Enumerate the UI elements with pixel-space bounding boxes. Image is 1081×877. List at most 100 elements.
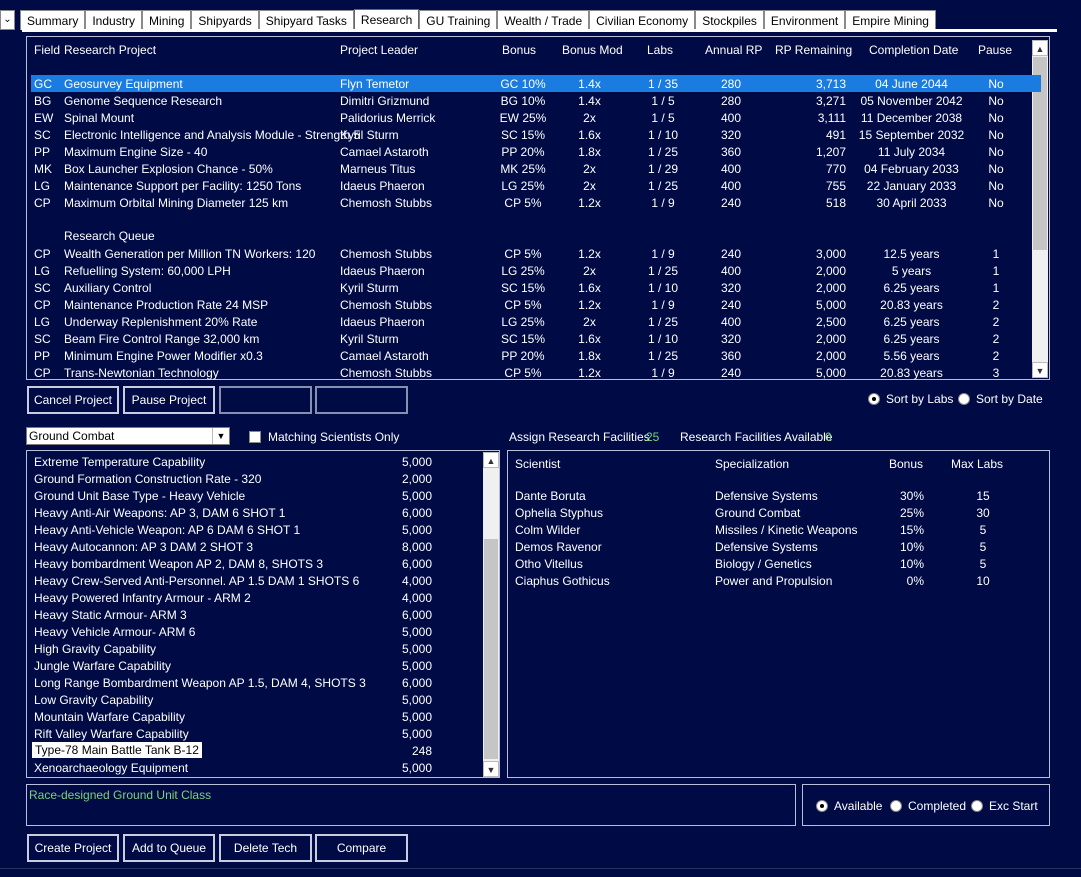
tech-row[interactable]: Heavy bombardment Weapon AP 2, DAM 8, SH… <box>27 555 482 572</box>
cell-annual-rp: 280 <box>720 94 742 108</box>
tech-row[interactable]: Heavy Vehicle Armour- ARM 6 5,000 <box>27 623 482 640</box>
scientist-spec: Defensive Systems <box>715 540 818 554</box>
chevron-down-icon[interactable]: ▼ <box>212 428 229 444</box>
tab-wealth-trade[interactable]: Wealth / Trade <box>497 10 590 30</box>
queue-row[interactable]: LG Underway Replenishment 20% Rate Idaeus … <box>31 313 1041 330</box>
exc-start-radio[interactable]: Exc Start <box>971 799 1038 813</box>
cell-completion: 5.56 years <box>883 349 940 363</box>
tech-row[interactable]: Xenoarchaeology Equipment 5,000 <box>27 759 482 776</box>
sort-by-labs-radio[interactable]: Sort by Labs <box>868 392 953 406</box>
tech-row[interactable]: Extreme Temperature Capability 5,000 <box>27 453 482 470</box>
tech-row[interactable]: Rift Valley Warfare Capability 5,000 <box>27 725 482 742</box>
cell-rp-remaining: 5,000 <box>815 366 846 380</box>
project-row[interactable]: EW Spinal Mount Palidorius Merrick EW 25% 2x… <box>31 109 1041 126</box>
queue-row[interactable]: SC Beam Fire Control Range 32,000 km Kyril… <box>31 330 1041 347</box>
tech-row[interactable]: Heavy Anti-Air Weapons: AP 3, DAM 6 SHOT… <box>27 504 482 521</box>
scroll-up-icon[interactable]: ▲ <box>1032 40 1048 56</box>
col-bonus[interactable]: Bonus <box>502 43 536 57</box>
project-row[interactable]: PP Maximum Engine Size - 40 Camael Astarot… <box>31 143 1041 160</box>
tech-row[interactable]: Heavy Static Armour- ARM 3 6,000 <box>27 606 482 623</box>
available-radio[interactable]: Available <box>816 799 882 813</box>
tab-environment[interactable]: Environment <box>763 10 846 30</box>
pause-project-button[interactable]: Pause Project <box>123 386 215 414</box>
tab-empire-mining[interactable]: Empire Mining <box>845 10 936 30</box>
scroll-down-icon[interactable]: ▼ <box>483 761 499 777</box>
tech-row[interactable]: Long Range Bombardment Weapon AP 1.5, DA… <box>27 674 482 691</box>
tab-shipyards[interactable]: Shipyards <box>191 10 259 30</box>
queue-row[interactable]: PP Minimum Engine Power Modifier x0.3 Cama… <box>31 347 1041 364</box>
tech-row[interactable]: Heavy Powered Infantry Armour - ARM 2 4,0… <box>27 589 482 606</box>
tab-gu-training[interactable]: GU Training <box>419 10 498 30</box>
cell-leader: Kyril Sturm <box>340 332 399 346</box>
add-to-queue-button[interactable]: Add to Queue <box>123 834 215 862</box>
scientist-row[interactable]: Otho Vitellus Biology / Genetics 10% 5 <box>508 555 1048 572</box>
tech-row[interactable]: Low Gravity Capability 5,000 <box>27 691 482 708</box>
project-row[interactable]: SC Electronic Intelligence and Analysis M… <box>31 126 1041 143</box>
tech-row[interactable]: Mountain Warfare Capability 5,000 <box>27 708 482 725</box>
compare-button[interactable]: Compare <box>315 834 408 862</box>
col-labs[interactable]: Labs <box>647 43 673 57</box>
tech-row[interactable]: Heavy Anti-Vehicle Weapon: AP 6 DAM 6 SH… <box>27 521 482 538</box>
matching-scientists-checkbox[interactable]: Matching Scientists Only <box>249 430 399 444</box>
tab-civilian-economy[interactable]: Civilian Economy <box>589 10 696 30</box>
col-completion-date[interactable]: Completion Date <box>869 43 958 57</box>
project-row[interactable]: LG Maintenance Support per Facility: 1250… <box>31 177 1041 194</box>
tab-summary[interactable]: Summary <box>20 10 86 30</box>
scientist-row[interactable]: Ophelia Styphus Ground Combat 25% 30 <box>508 504 1048 521</box>
project-row[interactable]: GC Geosurvey Equipment Flyn Temetor GC 10% 1… <box>31 75 1041 92</box>
col-max-labs[interactable]: Max Labs <box>951 457 1003 471</box>
cell-labs: 1 / 5 <box>651 94 675 108</box>
cell-bonus-mod: 2x <box>583 264 596 278</box>
assign-facilities-value[interactable]: 25 <box>646 430 659 444</box>
scientist-row[interactable]: Ciaphus Gothicus Power and Propulsion 0% 10 <box>508 572 1048 589</box>
col-pause[interactable]: Pause <box>978 43 1012 57</box>
tech-row[interactable]: Heavy Crew-Served Anti-Personnel. AP 1.5… <box>27 572 482 589</box>
col-specialization[interactable]: Specialization <box>715 457 789 471</box>
tech-row[interactable]: High Gravity Capability 5,000 <box>27 640 482 657</box>
project-row[interactable]: CP Maximum Orbital Mining Diameter 125 km… <box>31 194 1041 211</box>
col-field[interactable]: Field <box>34 43 60 57</box>
create-project-button[interactable]: Create Project <box>27 834 119 862</box>
tech-row[interactable]: Jungle Warfare Capability 5,000 <box>27 657 482 674</box>
cell-bonus-mod: 1.8x <box>578 349 601 363</box>
queue-row[interactable]: CP Wealth Generation per Million TN Worke… <box>31 245 1041 262</box>
delete-tech-button[interactable]: Delete Tech <box>219 834 312 862</box>
window-dropdown[interactable]: ⌄ <box>0 10 15 30</box>
tab-research[interactable]: Research <box>353 9 420 30</box>
col-annual-rp[interactable]: Annual RP <box>705 43 762 57</box>
col-sci-bonus[interactable]: Bonus <box>889 457 923 471</box>
cell-bonus: LG 25% <box>501 315 545 329</box>
tab-industry[interactable]: Industry <box>85 10 143 30</box>
tab-shipyard-tasks[interactable]: Shipyard Tasks <box>258 10 354 30</box>
scientist-row[interactable]: Colm Wilder Missiles / Kinetic Weapons 15%… <box>508 521 1048 538</box>
tech-row[interactable]: Ground Unit Base Type - Heavy Vehicle 5,0… <box>27 487 482 504</box>
completed-radio[interactable]: Completed <box>890 799 966 813</box>
col-research-project[interactable]: Research Project <box>64 43 156 57</box>
tab-mining[interactable]: Mining <box>142 10 192 30</box>
scroll-up-icon[interactable]: ▲ <box>483 452 499 468</box>
queue-row[interactable]: CP Trans-Newtonian Technology Chemosh Stub… <box>31 364 1041 381</box>
cell-field: BG <box>34 94 52 108</box>
queue-row[interactable]: LG Refuelling System: 60,000 LPH Idaeus Ph… <box>31 262 1041 279</box>
tech-row[interactable]: Heavy Autocannon: AP 3 DAM 2 SHOT 3 8,000 <box>27 538 482 555</box>
queue-row[interactable]: CP Maintenance Production Rate 24 MSP Chem… <box>31 296 1041 313</box>
tech-row[interactable]: Ground Formation Construction Rate - 320… <box>27 470 482 487</box>
project-row[interactable]: MK Box Launcher Explosion Chance - 50% Mar… <box>31 160 1041 177</box>
col-project-leader[interactable]: Project Leader <box>340 43 418 57</box>
research-field-select[interactable]: Ground Combat ▼ <box>26 427 230 445</box>
tab-stockpiles[interactable]: Stockpiles <box>695 10 764 30</box>
col-bonus-mod[interactable]: Bonus Mod <box>562 43 623 57</box>
sort-by-date-radio[interactable]: Sort by Date <box>958 392 1043 406</box>
scientist-row[interactable]: Demos Ravenor Defensive Systems 10% 5 <box>508 538 1048 555</box>
tech-row[interactable]: Type-78 Main Battle Tank B-12 248 <box>27 742 482 759</box>
project-row[interactable]: BG Genome Sequence Research Dimitri Grizmu… <box>31 92 1041 109</box>
col-scientist[interactable]: Scientist <box>515 457 560 471</box>
scroll-thumb[interactable] <box>484 539 498 759</box>
checkbox-icon[interactable] <box>249 431 261 443</box>
scientist-row[interactable]: Dante Boruta Defensive Systems 30% 15 <box>508 487 1048 504</box>
col-rp-remaining[interactable]: RP Remaining <box>775 43 852 57</box>
tech-scrollbar[interactable]: ▲ ▼ <box>483 452 499 777</box>
cell-project: Trans-Newtonian Technology <box>64 366 219 380</box>
cancel-project-button[interactable]: Cancel Project <box>27 386 119 414</box>
queue-row[interactable]: SC Auxiliary Control Kyril Sturm SC 15% 1.6x… <box>31 279 1041 296</box>
